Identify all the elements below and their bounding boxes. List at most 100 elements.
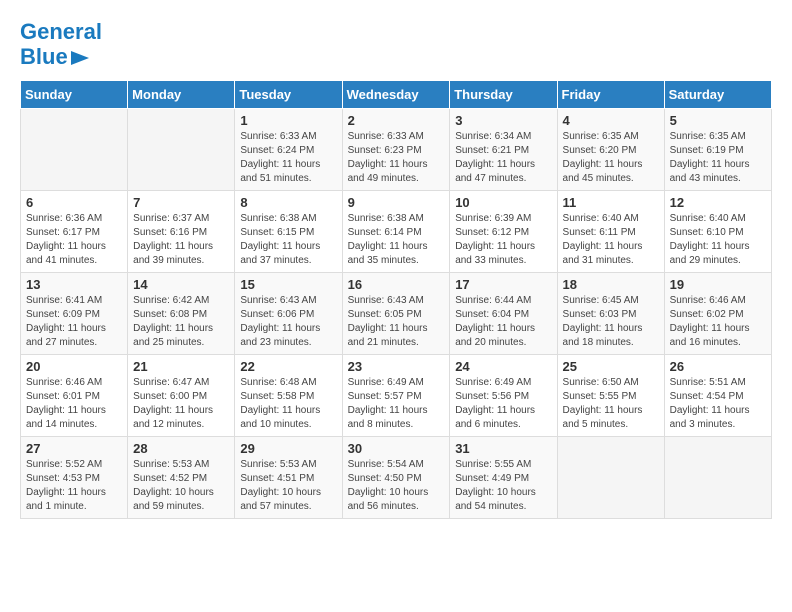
- day-number: 19: [670, 277, 766, 292]
- day-number: 7: [133, 195, 229, 210]
- day-info: Sunrise: 6:38 AMSunset: 6:14 PMDaylight:…: [348, 212, 445, 268]
- calendar-cell: 27Sunrise: 5:52 AMSunset: 4:53 PMDayligh…: [21, 437, 128, 519]
- calendar-cell: 7 Sunrise: 6:37 AMSunset: 6:16 PMDaylight…: [128, 191, 235, 273]
- day-number: 26: [670, 359, 766, 374]
- day-number: 3: [455, 113, 551, 128]
- day-info: Sunrise: 6:47 AMSunset: 6:00 PMDaylight:…: [133, 376, 229, 432]
- day-info: Sunrise: 6:48 AMSunset: 5:58 PMDaylight:…: [240, 376, 336, 432]
- day-number: 5: [670, 113, 766, 128]
- calendar-cell: [21, 109, 128, 191]
- calendar-cell: 30 Sunrise: 5:54 AMSunset: 4:50 PMDayligh…: [342, 437, 450, 519]
- calendar-cell: 2Sunrise: 6:33 AMSunset: 6:23 PMDaylight…: [342, 109, 450, 191]
- day-info: Sunrise: 5:53 AMSunset: 4:51 PMDaylight:…: [240, 458, 336, 514]
- day-number: 29: [240, 441, 336, 456]
- calendar-cell: 31Sunrise: 5:55 AMSunset: 4:49 PMDayligh…: [450, 437, 557, 519]
- calendar-cell: 5 Sunrise: 6:35 AMSunset: 6:19 PMDaylight…: [664, 109, 771, 191]
- calendar-cell: 3 Sunrise: 6:34 AMSunset: 6:21 PMDaylight…: [450, 109, 557, 191]
- calendar-cell: 26 Sunrise: 5:51 AMSunset: 4:54 PMDayligh…: [664, 355, 771, 437]
- calendar-cell: 9 Sunrise: 6:38 AMSunset: 6:14 PMDaylight…: [342, 191, 450, 273]
- day-info: Sunrise: 6:37 AMSunset: 6:16 PMDaylight:…: [133, 212, 229, 268]
- calendar-week-row: 27Sunrise: 5:52 AMSunset: 4:53 PMDayligh…: [21, 437, 772, 519]
- calendar-cell: 16Sunrise: 6:43 AMSunset: 6:05 PMDayligh…: [342, 273, 450, 355]
- day-number: 24: [455, 359, 551, 374]
- calendar-table: SundayMondayTuesdayWednesdayThursdayFrid…: [20, 80, 772, 519]
- calendar-cell: 17 Sunrise: 6:44 AMSunset: 6:04 PMDayligh…: [450, 273, 557, 355]
- logo-icon: [71, 51, 89, 65]
- calendar-cell: 25 Sunrise: 6:50 AMSunset: 5:55 PMDayligh…: [557, 355, 664, 437]
- calendar-cell: 22 Sunrise: 6:48 AMSunset: 5:58 PMDayligh…: [235, 355, 342, 437]
- day-number: 21: [133, 359, 229, 374]
- day-info: Sunrise: 5:54 AMSunset: 4:50 PMDaylight:…: [348, 458, 445, 514]
- day-number: 4: [563, 113, 659, 128]
- day-info: Sunrise: 5:52 AMSunset: 4:53 PMDaylight:…: [26, 458, 122, 514]
- page-header: General Blue: [20, 20, 772, 70]
- calendar-cell: 21 Sunrise: 6:47 AMSunset: 6:00 PMDayligh…: [128, 355, 235, 437]
- day-info: Sunrise: 5:55 AMSunset: 4:49 PMDaylight:…: [455, 458, 551, 514]
- header-friday: Friday: [557, 81, 664, 109]
- calendar-cell: [128, 109, 235, 191]
- day-info: Sunrise: 6:38 AMSunset: 6:15 PMDaylight:…: [240, 212, 336, 268]
- header-tuesday: Tuesday: [235, 81, 342, 109]
- day-info: Sunrise: 5:53 AMSunset: 4:52 PMDaylight:…: [133, 458, 229, 514]
- calendar-cell: 1Sunrise: 6:33 AMSunset: 6:24 PMDaylight…: [235, 109, 342, 191]
- day-info: Sunrise: 6:45 AMSunset: 6:03 PMDaylight:…: [563, 294, 659, 350]
- calendar-header-row: SundayMondayTuesdayWednesdayThursdayFrid…: [21, 81, 772, 109]
- calendar-week-row: 13 Sunrise: 6:41 AMSunset: 6:09 PMDayligh…: [21, 273, 772, 355]
- day-number: 15: [240, 277, 336, 292]
- day-number: 18: [563, 277, 659, 292]
- day-number: 6: [26, 195, 122, 210]
- day-number: 9: [348, 195, 445, 210]
- day-number: 11: [563, 195, 659, 210]
- calendar-cell: 11 Sunrise: 6:40 AMSunset: 6:11 PMDayligh…: [557, 191, 664, 273]
- calendar-cell: 24 Sunrise: 6:49 AMSunset: 5:56 PMDayligh…: [450, 355, 557, 437]
- day-info: Sunrise: 6:44 AMSunset: 6:04 PMDaylight:…: [455, 294, 551, 350]
- calendar-cell: 10Sunrise: 6:39 AMSunset: 6:12 PMDayligh…: [450, 191, 557, 273]
- calendar-cell: 15 Sunrise: 6:43 AMSunset: 6:06 PMDayligh…: [235, 273, 342, 355]
- logo-line2: Blue: [20, 45, 68, 69]
- day-info: Sunrise: 6:41 AMSunset: 6:09 PMDaylight:…: [26, 294, 122, 350]
- day-info: Sunrise: 5:51 AMSunset: 4:54 PMDaylight:…: [670, 376, 766, 432]
- calendar-week-row: 6 Sunrise: 6:36 AMSunset: 6:17 PMDaylight…: [21, 191, 772, 273]
- day-info: Sunrise: 6:40 AMSunset: 6:10 PMDaylight:…: [670, 212, 766, 268]
- header-saturday: Saturday: [664, 81, 771, 109]
- calendar-week-row: 1Sunrise: 6:33 AMSunset: 6:24 PMDaylight…: [21, 109, 772, 191]
- day-number: 23: [348, 359, 445, 374]
- logo-line1: General: [20, 19, 102, 44]
- day-info: Sunrise: 6:43 AMSunset: 6:06 PMDaylight:…: [240, 294, 336, 350]
- day-info: Sunrise: 6:34 AMSunset: 6:21 PMDaylight:…: [455, 130, 551, 186]
- day-number: 28: [133, 441, 229, 456]
- day-info: Sunrise: 6:46 AMSunset: 6:01 PMDaylight:…: [26, 376, 122, 432]
- day-info: Sunrise: 6:49 AMSunset: 5:56 PMDaylight:…: [455, 376, 551, 432]
- day-info: Sunrise: 6:50 AMSunset: 5:55 PMDaylight:…: [563, 376, 659, 432]
- day-info: Sunrise: 6:35 AMSunset: 6:19 PMDaylight:…: [670, 130, 766, 186]
- day-number: 13: [26, 277, 122, 292]
- day-number: 12: [670, 195, 766, 210]
- logo: General Blue: [20, 20, 102, 70]
- day-number: 25: [563, 359, 659, 374]
- logo-text: General Blue: [20, 20, 102, 70]
- calendar-cell: 12 Sunrise: 6:40 AMSunset: 6:10 PMDayligh…: [664, 191, 771, 273]
- day-number: 22: [240, 359, 336, 374]
- day-info: Sunrise: 6:42 AMSunset: 6:08 PMDaylight:…: [133, 294, 229, 350]
- calendar-week-row: 20 Sunrise: 6:46 AMSunset: 6:01 PMDayligh…: [21, 355, 772, 437]
- header-thursday: Thursday: [450, 81, 557, 109]
- day-number: 30: [348, 441, 445, 456]
- header-sunday: Sunday: [21, 81, 128, 109]
- day-number: 2: [348, 113, 445, 128]
- day-info: Sunrise: 6:43 AMSunset: 6:05 PMDaylight:…: [348, 294, 445, 350]
- day-info: Sunrise: 6:36 AMSunset: 6:17 PMDaylight:…: [26, 212, 122, 268]
- day-number: 17: [455, 277, 551, 292]
- day-info: Sunrise: 6:40 AMSunset: 6:11 PMDaylight:…: [563, 212, 659, 268]
- day-number: 20: [26, 359, 122, 374]
- header-wednesday: Wednesday: [342, 81, 450, 109]
- day-number: 10: [455, 195, 551, 210]
- calendar-cell: [664, 437, 771, 519]
- calendar-cell: [557, 437, 664, 519]
- calendar-cell: 13 Sunrise: 6:41 AMSunset: 6:09 PMDayligh…: [21, 273, 128, 355]
- day-number: 14: [133, 277, 229, 292]
- day-info: Sunrise: 6:33 AMSunset: 6:24 PMDaylight:…: [240, 130, 336, 186]
- header-monday: Monday: [128, 81, 235, 109]
- calendar-cell: 23 Sunrise: 6:49 AMSunset: 5:57 PMDayligh…: [342, 355, 450, 437]
- day-info: Sunrise: 6:49 AMSunset: 5:57 PMDaylight:…: [348, 376, 445, 432]
- day-info: Sunrise: 6:35 AMSunset: 6:20 PMDaylight:…: [563, 130, 659, 186]
